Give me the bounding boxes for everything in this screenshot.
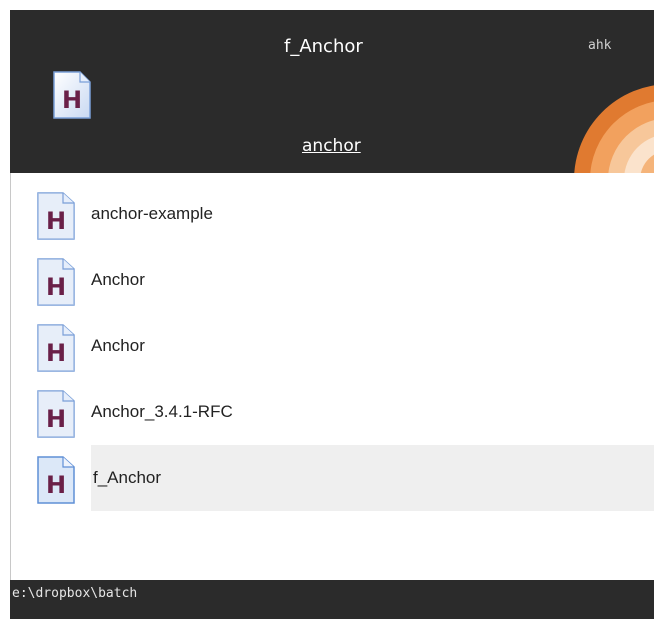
svg-text:H: H [46,339,66,367]
list-item-label: Anchor_3.4.1-RFC [91,402,233,421]
search-query[interactable]: anchor [302,136,361,156]
ahk-file-icon: H [37,258,75,306]
list-item-label: Anchor [91,336,145,355]
ahk-file-icon: H [37,390,75,438]
svg-text:H: H [46,405,66,433]
svg-text:H: H [46,207,66,235]
list-item[interactable]: H anchor-example [35,181,654,247]
file-type-tag: ahk [588,38,612,53]
selection-highlight [91,445,654,511]
status-bar: e:\dropbox\batch [10,580,654,619]
results-list: H anchor-example H Anchor H Anchor H Anc… [10,173,654,580]
ahk-file-icon: H [53,71,91,119]
list-item-label: f_Anchor [93,468,162,487]
list-item[interactable]: H Anchor [35,313,654,379]
svg-text:H: H [46,471,66,499]
preview-header: H f_Anchor ahk anchor [10,10,654,173]
svg-text:H: H [46,273,66,301]
orange-arc-logo [574,85,654,173]
launcher-window: H f_Anchor ahk anchor H anchor-example H… [10,10,654,619]
list-item-label: anchor-example [91,204,213,223]
ahk-file-icon: H [37,324,75,372]
list-item-selected[interactable]: H f_Anchor [35,445,654,511]
ahk-file-icon: H [37,192,75,240]
list-item-label: Anchor [91,270,145,289]
list-item[interactable]: H Anchor [35,247,654,313]
ahk-file-icon: H [37,456,75,504]
working-directory-path: e:\dropbox\batch [12,586,138,601]
list-item[interactable]: H Anchor_3.4.1-RFC [35,379,654,445]
svg-text:H: H [62,86,82,114]
preview-title: f_Anchor [284,36,363,57]
